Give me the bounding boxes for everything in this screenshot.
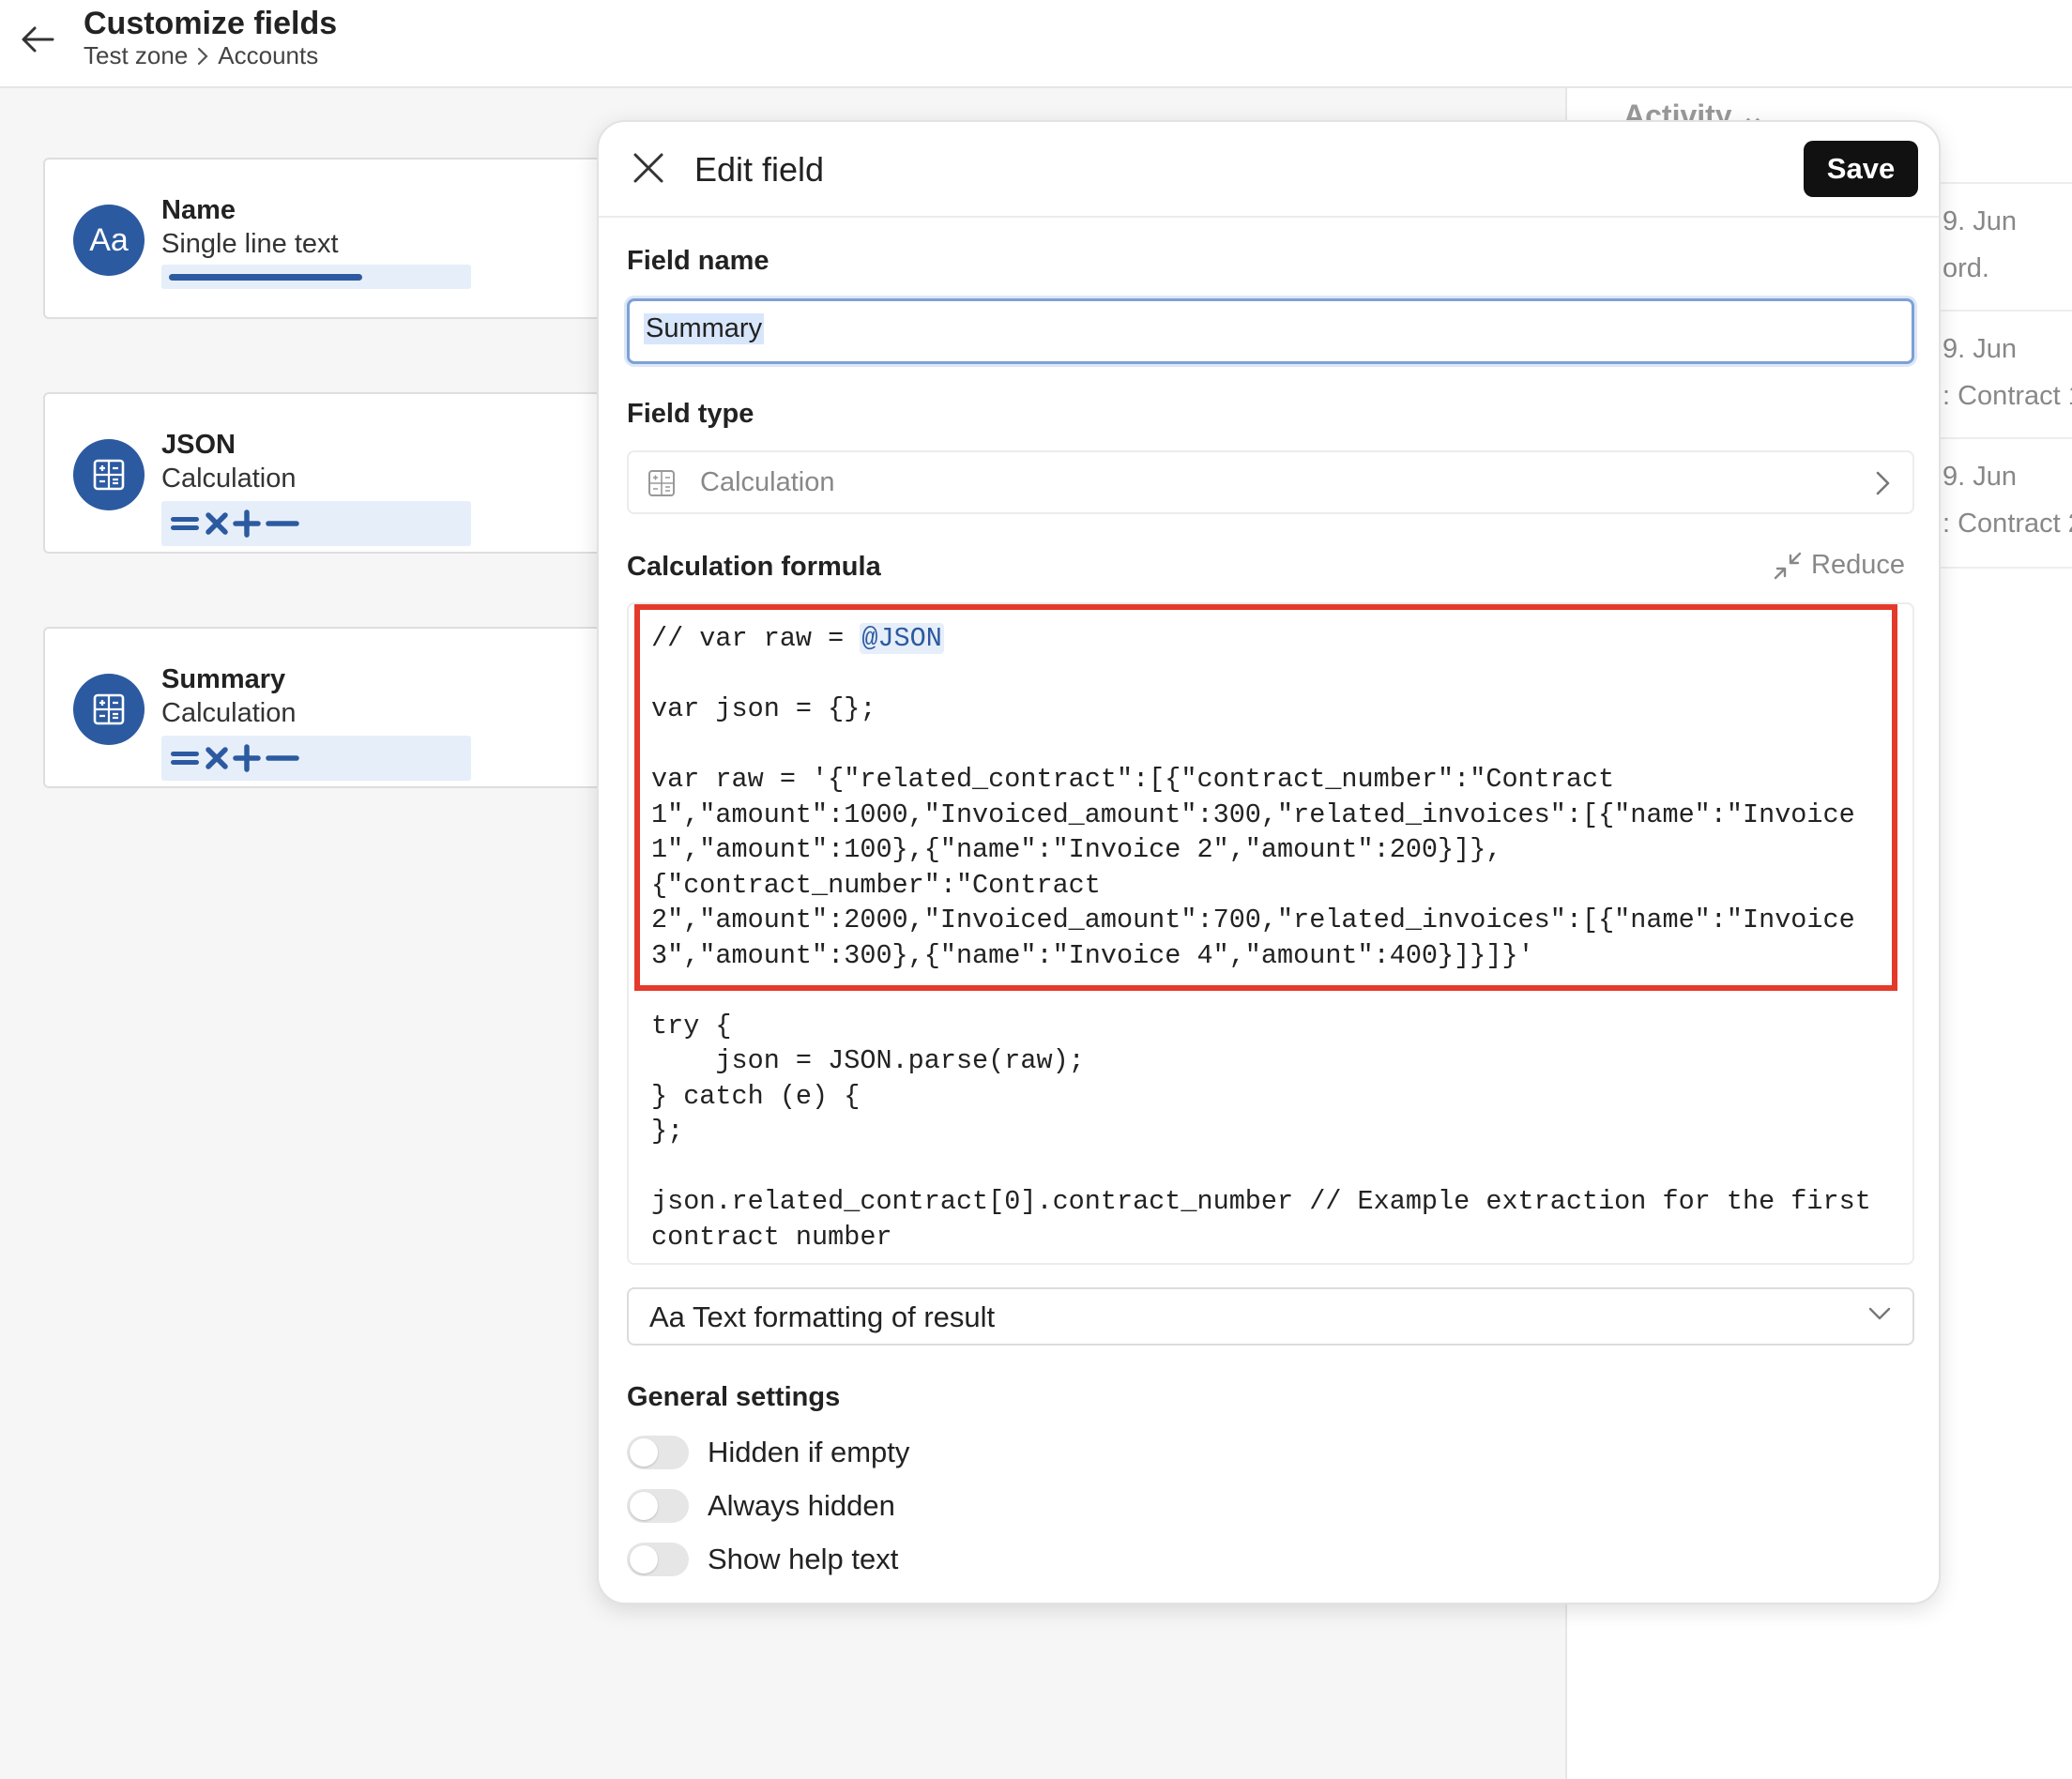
general-settings-label: General settings <box>627 1382 841 1412</box>
calculator-icon <box>648 469 676 502</box>
field-name-label: Field name <box>627 246 769 276</box>
always-hidden-toggle[interactable] <box>627 1489 689 1523</box>
calculator-icon <box>73 439 145 510</box>
close-button[interactable] <box>627 146 670 190</box>
text-preview-bar <box>169 274 362 281</box>
top-bar: Customize fields Test zone Accounts <box>0 0 2072 88</box>
field-card-summary[interactable]: Summary Calculation <box>43 627 653 788</box>
field-preview <box>161 265 471 289</box>
formula-line-comment: // var raw = <box>651 623 861 654</box>
field-name: Summary <box>161 664 286 694</box>
back-button[interactable] <box>17 19 58 60</box>
activity-date: 9. Jun <box>1942 206 2017 236</box>
save-button[interactable]: Save <box>1804 141 1918 197</box>
reduce-label: Reduce <box>1811 550 1905 580</box>
field-type: Single line text <box>161 229 339 259</box>
operators-icon <box>169 509 310 539</box>
page-title: Customize fields <box>84 6 338 41</box>
toggle-label: Always hidden <box>708 1489 895 1522</box>
breadcrumb: Test zone Accounts <box>84 41 318 70</box>
field-name-input[interactable] <box>627 298 1914 364</box>
chevron-right-icon <box>197 47 208 66</box>
toggle-label: Hidden if empty <box>708 1436 910 1468</box>
chevron-down-icon <box>1867 1306 1892 1326</box>
text-formatting-select[interactable]: Aa Text formatting of result <box>627 1287 1914 1346</box>
formula-label: Calculation formula <box>627 552 881 582</box>
field-preview <box>161 736 471 781</box>
toggle-row-show-help-text: Show help text <box>627 1541 898 1578</box>
collapse-icon <box>1774 552 1802 579</box>
field-type-select[interactable]: Calculation <box>627 450 1914 514</box>
formula-editor[interactable]: // var raw = @JSON var json = {}; var ra… <box>627 602 1914 1265</box>
toggle-row-always-hidden: Always hidden <box>627 1487 895 1525</box>
field-card-json[interactable]: JSON Calculation <box>43 392 653 554</box>
breadcrumb-item-zone[interactable]: Test zone <box>84 41 188 70</box>
reduce-button[interactable]: Reduce <box>1774 550 1905 581</box>
formula-code[interactable]: // var raw = @JSON var json = {}; var ra… <box>651 621 1909 1254</box>
field-preview <box>161 501 471 546</box>
chevron-right-icon <box>1875 469 1892 502</box>
field-name: JSON <box>161 430 236 460</box>
activity-date: 9. Jun <box>1942 334 2017 364</box>
toggle-row-hidden-if-empty: Hidden if empty <box>627 1434 909 1471</box>
field-type: Calculation <box>161 698 297 728</box>
show-help-text-toggle[interactable] <box>627 1543 689 1576</box>
field-type-value: Calculation <box>700 467 835 497</box>
field-name-value[interactable]: Summary <box>644 313 765 344</box>
dialog-header: Edit field Save <box>599 122 1939 218</box>
edit-field-dialog: Edit field Save Field name Summary Field… <box>597 120 1941 1604</box>
field-type: Calculation <box>161 464 297 494</box>
field-type-label: Field type <box>627 399 754 429</box>
text-icon: Aa <box>73 205 145 276</box>
field-name: Name <box>161 195 236 225</box>
hidden-if-empty-toggle[interactable] <box>627 1436 689 1469</box>
close-icon <box>633 153 663 183</box>
activity-text: : Contract 1 <box>1942 381 2072 411</box>
field-card-name[interactable]: Aa Name Single line text <box>43 158 653 319</box>
toggle-label: Show help text <box>708 1543 899 1575</box>
calculator-icon <box>73 674 145 745</box>
arrow-left-icon <box>22 26 54 53</box>
breadcrumb-item-accounts[interactable]: Accounts <box>218 41 318 70</box>
activity-date: 9. Jun <box>1942 462 2017 492</box>
field-reference-token[interactable]: @JSON <box>860 623 944 654</box>
activity-text: : Contract 2 <box>1942 509 2072 539</box>
dialog-title: Edit field <box>694 150 825 189</box>
activity-text: ord. <box>1942 253 1989 283</box>
operators-icon <box>169 743 310 773</box>
text-formatting-label: Aa Text formatting of result <box>649 1300 996 1333</box>
formula-body: var json = {}; var raw = '{"related_cont… <box>651 693 1871 1253</box>
